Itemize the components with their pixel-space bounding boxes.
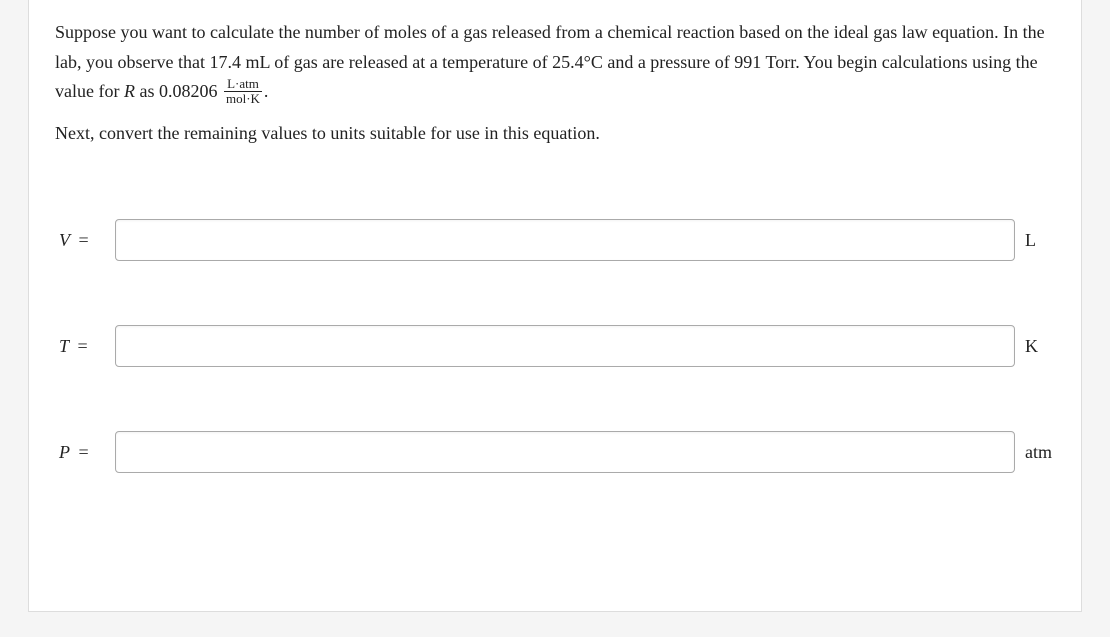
temperature-row: T = K	[55, 325, 1055, 367]
volume-row: V = L	[55, 219, 1055, 261]
unit-fraction: L·atmmol·K	[224, 77, 262, 105]
fraction-numerator: L·atm	[224, 77, 262, 92]
temperature-unit: K	[1025, 336, 1055, 357]
pressure-input[interactable]	[115, 431, 1015, 473]
prompt-text-1c: .	[264, 81, 269, 101]
volume-label: V =	[59, 230, 109, 251]
temperature-label: T =	[59, 336, 109, 357]
question-card: Suppose you want to calculate the number…	[28, 0, 1082, 612]
temperature-input[interactable]	[115, 325, 1015, 367]
pressure-label: P =	[59, 442, 109, 463]
prompt-paragraph-2: Next, convert the remaining values to un…	[55, 119, 1055, 149]
prompt-text-1b: as 0.08206	[135, 81, 222, 101]
volume-unit: L	[1025, 230, 1055, 251]
answer-inputs: V = L T = K P = atm	[55, 219, 1055, 473]
prompt-paragraph-1: Suppose you want to calculate the number…	[55, 18, 1055, 107]
pressure-row: P = atm	[55, 431, 1055, 473]
pressure-unit: atm	[1025, 442, 1055, 463]
volume-input[interactable]	[115, 219, 1015, 261]
fraction-denominator: mol·K	[224, 92, 262, 106]
gas-constant-symbol: R	[124, 81, 135, 101]
